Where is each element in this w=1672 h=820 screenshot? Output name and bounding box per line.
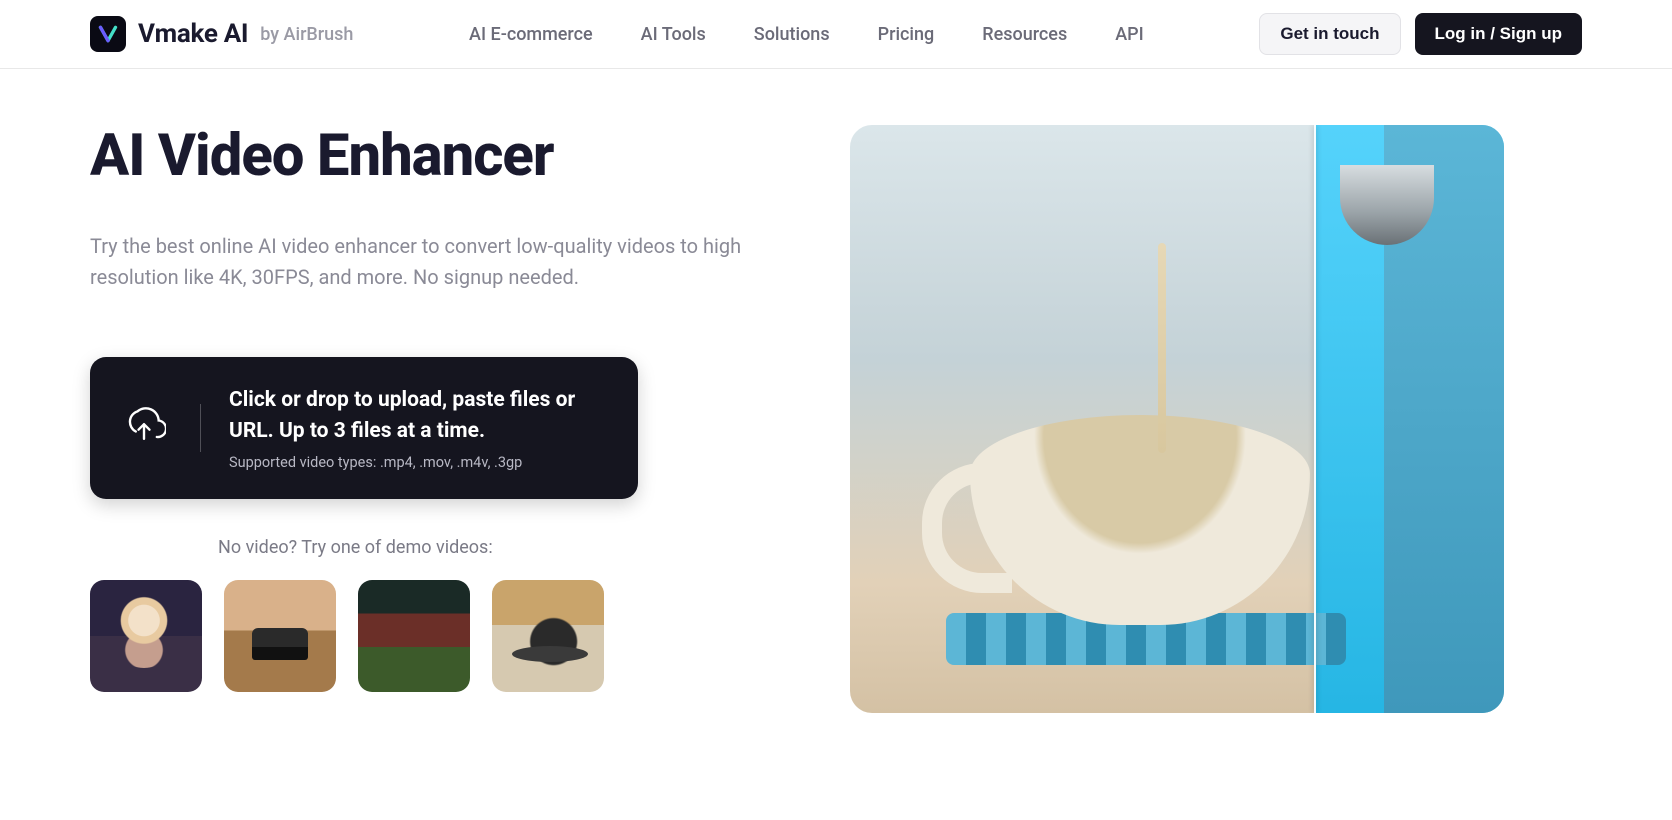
brand-byline: by AirBrush	[260, 24, 353, 45]
nav-ai-ecommerce[interactable]: AI E-commerce	[469, 24, 593, 45]
before-after-divider[interactable]	[1314, 125, 1316, 713]
coffee-stream	[1158, 243, 1166, 453]
demo-prompt: No video? Try one of demo videos:	[218, 537, 790, 558]
login-signup-button[interactable]: Log in / Sign up	[1415, 13, 1582, 55]
comparison-preview	[850, 125, 1504, 713]
demo-videos-row	[90, 580, 790, 692]
upload-supported: Supported video types: .mp4, .mov, .m4v,…	[229, 454, 606, 471]
upload-dropzone[interactable]: Click or drop to upload, paste files or …	[90, 357, 638, 499]
nav-resources[interactable]: Resources	[982, 24, 1067, 45]
get-in-touch-button[interactable]: Get in touch	[1259, 13, 1400, 55]
logo-icon	[90, 16, 126, 52]
nav-ai-tools[interactable]: AI Tools	[641, 24, 706, 45]
hero-left: AI Video Enhancer Try the best online AI…	[90, 125, 790, 692]
nav-pricing[interactable]: Pricing	[878, 24, 935, 45]
cloud-upload-icon	[122, 404, 201, 452]
page-title: AI Video Enhancer	[90, 125, 790, 189]
upload-text: Click or drop to upload, paste files or …	[229, 385, 606, 471]
nav-solutions[interactable]: Solutions	[754, 24, 830, 45]
nav-api[interactable]: API	[1115, 24, 1144, 45]
page-description: Try the best online AI video enhancer to…	[90, 231, 770, 293]
header-actions: Get in touch Log in / Sign up	[1259, 13, 1582, 55]
demo-video-autumn-forest[interactable]	[358, 580, 470, 692]
main-nav: AI E-commerce AI Tools Solutions Pricing…	[353, 24, 1259, 45]
upload-title: Click or drop to upload, paste files or …	[229, 385, 606, 448]
brand[interactable]: Vmake AI by AirBrush	[90, 16, 353, 52]
hero-section: AI Video Enhancer Try the best online AI…	[0, 69, 1672, 713]
coffee-cup	[970, 415, 1310, 625]
demo-video-car-desert[interactable]	[224, 580, 336, 692]
demo-video-coffee-cup[interactable]	[492, 580, 604, 692]
demo-video-portrait[interactable]	[90, 580, 202, 692]
brand-name: Vmake AI	[138, 19, 248, 49]
site-header: Vmake AI by AirBrush AI E-commerce AI To…	[0, 0, 1672, 69]
